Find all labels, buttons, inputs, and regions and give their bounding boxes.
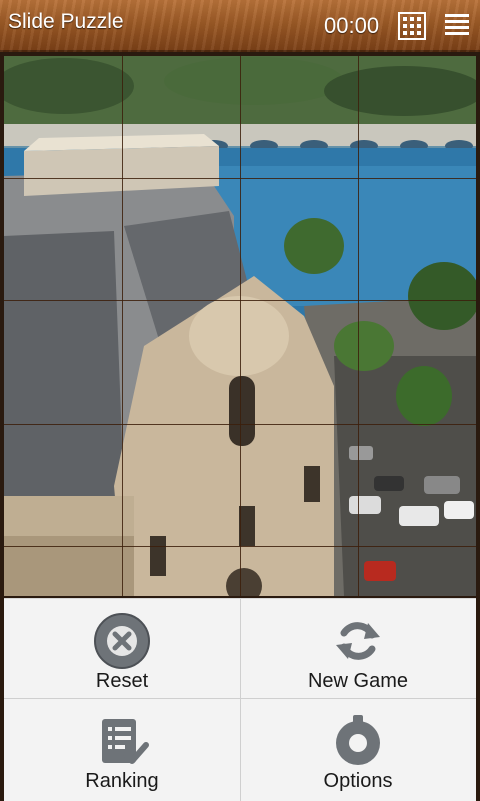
options-menu: Reset New Game Ranking Options	[4, 598, 476, 801]
reset-label: Reset	[95, 670, 149, 692]
puzzle-tile-grid	[4, 56, 476, 596]
grid-icon[interactable]	[398, 12, 426, 40]
new-game-label: New Game	[307, 670, 409, 692]
game-timer: 00:00	[324, 13, 380, 38]
settings-power-icon	[328, 711, 388, 771]
menu-icon[interactable]	[444, 12, 470, 38]
options-button[interactable]: Options	[240, 699, 476, 799]
ranking-button[interactable]: Ranking	[4, 699, 240, 799]
ranking-list-icon	[92, 711, 152, 771]
title-bar: Slide Puzzle 00:00	[0, 0, 480, 52]
close-circle-icon	[92, 611, 152, 671]
app-title: Slide Puzzle	[8, 10, 124, 33]
refresh-icon	[328, 611, 388, 671]
ranking-label: Ranking	[85, 770, 159, 792]
reset-button[interactable]: Reset	[4, 599, 240, 699]
puzzle-board[interactable]	[4, 56, 476, 596]
new-game-button[interactable]: New Game	[240, 599, 476, 699]
options-label: Options	[323, 770, 393, 792]
